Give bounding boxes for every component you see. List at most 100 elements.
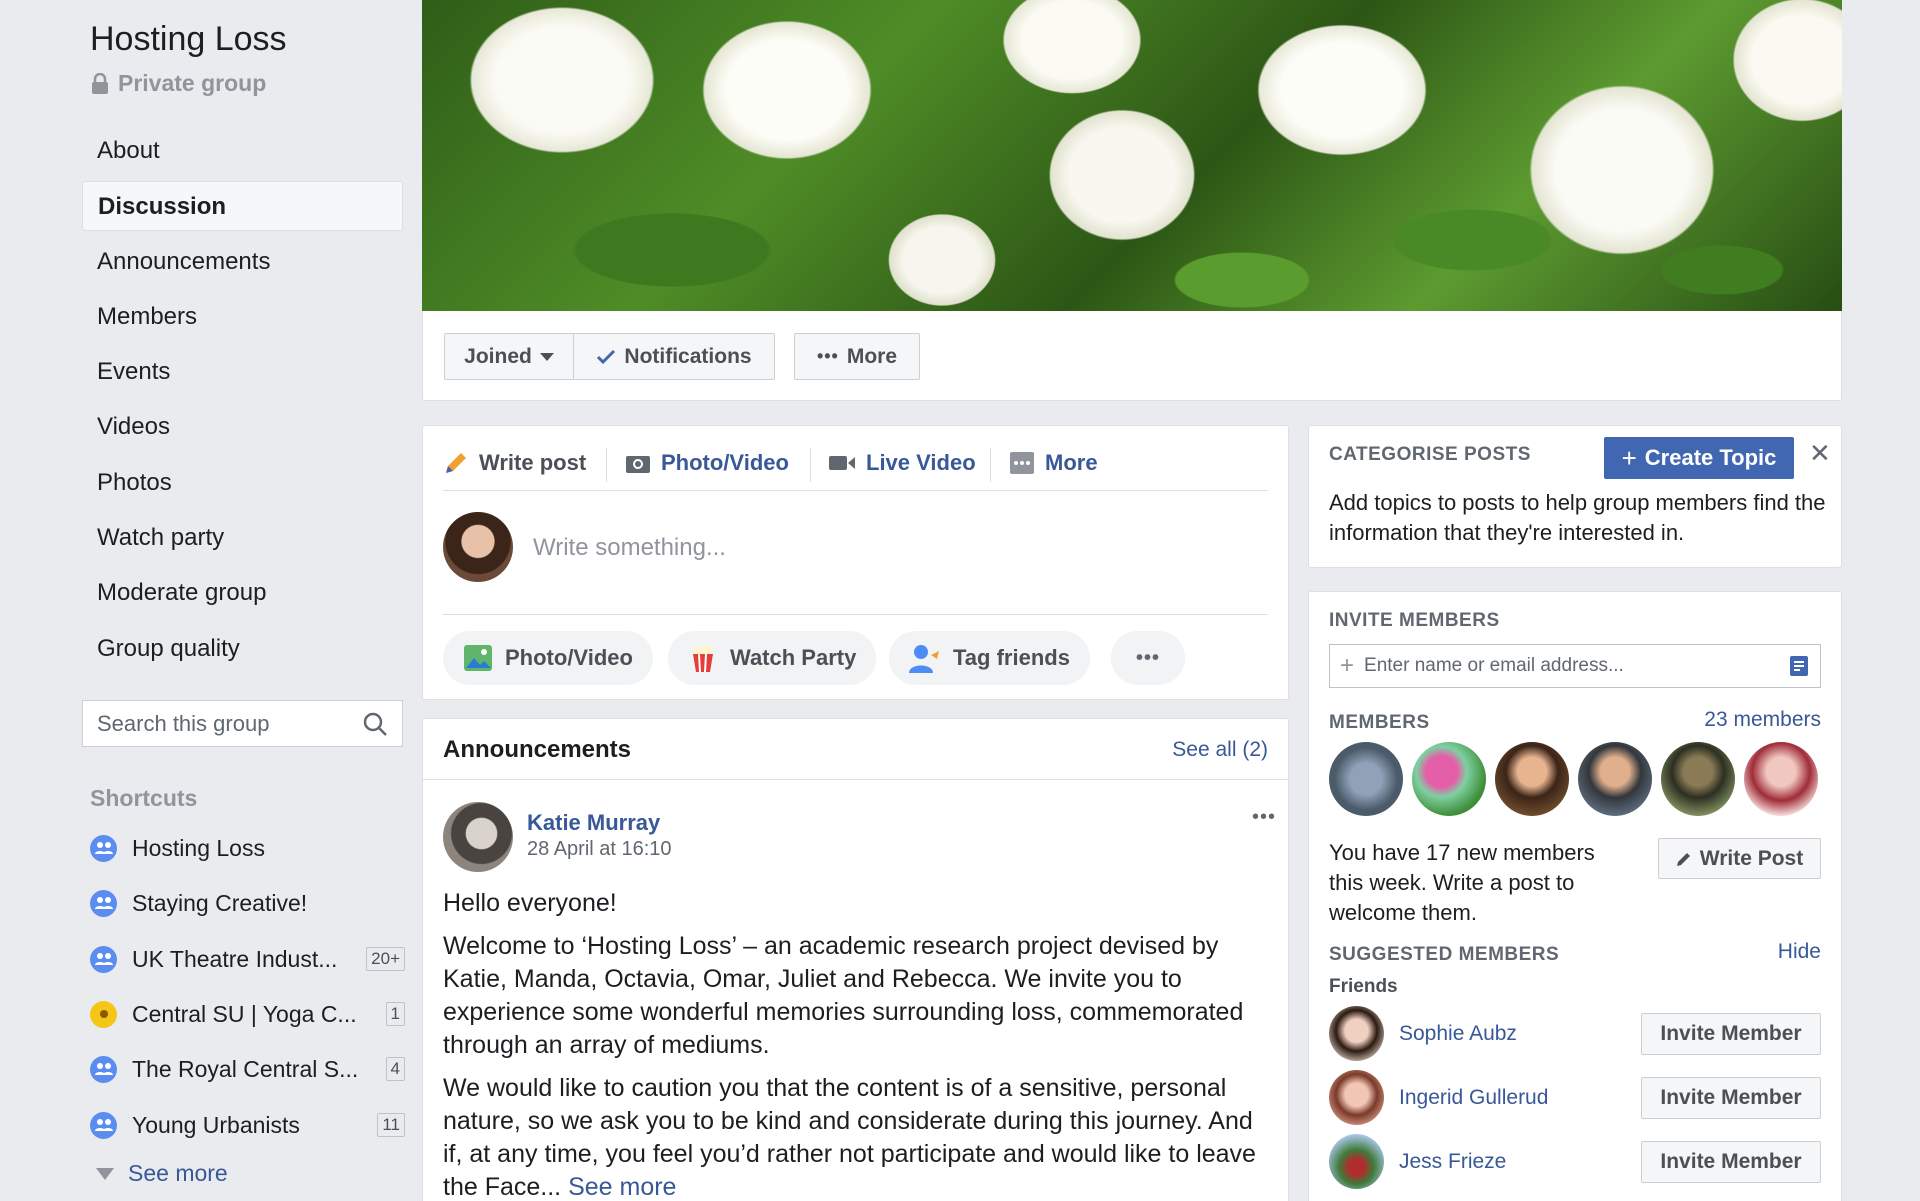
checkmark-icon — [597, 349, 616, 364]
group-icon — [90, 945, 117, 973]
pill-label: Watch Party — [730, 645, 857, 670]
tab-more[interactable]: More — [1009, 443, 1098, 483]
more-options-pill[interactable]: ••• — [1111, 631, 1185, 685]
announcements-title: Announcements — [443, 736, 632, 763]
sidebar-item-watch-party[interactable]: Watch party — [82, 513, 403, 563]
tab-divider — [810, 448, 811, 482]
shortcut-item[interactable]: Hosting Loss — [90, 828, 405, 868]
post-paragraph: Welcome to ‘Hosting Loss’ – an academic … — [443, 932, 1244, 1059]
shortcut-item[interactable]: Central SU | Yoga C... 1 — [90, 994, 405, 1034]
post-text: We would like to caution you that the co… — [443, 1074, 1256, 1201]
divider — [443, 490, 1268, 491]
create-topic-button[interactable]: + Create Topic — [1604, 437, 1794, 479]
hide-link[interactable]: Hide — [1778, 940, 1821, 964]
joined-button[interactable]: Joined — [444, 333, 574, 380]
write-post-label: Write post — [479, 450, 587, 475]
sidebar-item-members[interactable]: Members — [82, 292, 403, 342]
group-icon — [90, 1111, 117, 1139]
sidebar-item-about[interactable]: About — [82, 126, 403, 176]
tag-friends-pill[interactable]: Tag friends — [889, 631, 1090, 685]
invite-placeholder: Enter name or email address... — [1364, 655, 1624, 676]
invite-input[interactable]: + Enter name or email address... — [1329, 644, 1821, 688]
categorise-heading: CATEGORISE POSTS — [1329, 444, 1531, 465]
sidebar-item-videos[interactable]: Videos — [82, 402, 403, 452]
ellipsis-icon: ••• — [1135, 646, 1160, 669]
group-icon — [90, 889, 117, 917]
more-options-icon — [1010, 452, 1034, 474]
photo-video-pill[interactable]: Photo/Video — [443, 631, 653, 685]
cover-photo[interactable] — [422, 0, 1842, 311]
shortcut-item[interactable]: UK Theatre Indust... 20+ — [90, 939, 405, 979]
plus-icon: + — [1340, 652, 1355, 679]
invite-member-button[interactable]: Invite Member — [1641, 1077, 1821, 1119]
see-more-shortcuts[interactable]: See more — [96, 1160, 228, 1187]
notifications-button[interactable]: Notifications — [574, 333, 775, 380]
pill-label: Tag friends — [953, 645, 1070, 670]
suggested-name[interactable]: Ingerid Gullerud — [1399, 1086, 1548, 1110]
notification-badge: 4 — [385, 1057, 405, 1081]
popcorn-icon — [693, 645, 713, 673]
member-avatar[interactable] — [1744, 742, 1818, 816]
suggested-name[interactable]: Sophie Aubz — [1399, 1022, 1517, 1046]
post-composer: Write post Photo/Video Live Video More W… — [422, 425, 1289, 700]
author-name[interactable]: Katie Murray — [527, 810, 660, 836]
author-avatar[interactable] — [443, 802, 513, 872]
sidebar-item-group-quality[interactable]: Group quality — [82, 624, 403, 674]
post-options-icon[interactable]: ••• — [1252, 806, 1276, 829]
photo-icon — [464, 645, 492, 671]
close-icon[interactable]: ✕ — [1809, 438, 1831, 469]
group-search-input[interactable]: Search this group — [82, 700, 403, 747]
shortcut-item[interactable]: The Royal Central S... 4 — [90, 1049, 405, 1089]
write-post-button[interactable]: Write Post — [1658, 838, 1821, 879]
sidebar-item-moderate-group[interactable]: Moderate group — [82, 568, 403, 618]
more-tab-label: More — [1045, 450, 1098, 475]
shortcut-item[interactable]: Staying Creative! — [90, 883, 405, 923]
sidebar-item-photos[interactable]: Photos — [82, 458, 403, 508]
announcements-card: Announcements See all (2) Katie Murray 2… — [422, 718, 1289, 1201]
tab-photo-video[interactable]: Photo/Video — [625, 443, 789, 483]
contact-book-icon[interactable] — [1788, 655, 1810, 677]
lock-icon — [92, 72, 108, 94]
write-something-input[interactable]: Write something... — [533, 534, 726, 562]
group-icon — [90, 834, 117, 862]
shortcut-item[interactable]: Young Urbanists 11 — [90, 1105, 405, 1145]
member-avatar[interactable] — [1412, 742, 1486, 816]
suggested-avatar[interactable] — [1329, 1006, 1384, 1061]
suggested-name[interactable]: Jess Frieze — [1399, 1150, 1506, 1174]
shortcut-label: Young Urbanists — [132, 1111, 300, 1138]
search-placeholder: Search this group — [97, 710, 270, 736]
invite-member-button[interactable]: Invite Member — [1641, 1013, 1821, 1055]
sidebar-item-discussion[interactable]: Discussion — [82, 181, 403, 231]
members-count-link[interactable]: 23 members — [1704, 708, 1821, 732]
member-avatar[interactable] — [1578, 742, 1652, 816]
tab-write-post[interactable]: Write post — [443, 443, 586, 483]
photo-video-label: Photo/Video — [661, 450, 789, 475]
create-topic-label: Create Topic — [1644, 445, 1777, 470]
sidebar-item-events[interactable]: Events — [82, 347, 403, 397]
suggested-avatar[interactable] — [1329, 1070, 1384, 1125]
member-avatar[interactable] — [1661, 742, 1735, 816]
notification-badge: 1 — [385, 1002, 405, 1026]
see-more-link[interactable]: See more — [568, 1173, 676, 1201]
invite-heading: INVITE MEMBERS — [1329, 610, 1500, 631]
member-avatar[interactable] — [1329, 742, 1403, 816]
more-label: More — [846, 344, 898, 368]
watch-party-pill[interactable]: Watch Party — [668, 631, 877, 685]
invite-member-button[interactable]: Invite Member — [1641, 1141, 1821, 1183]
members-heading: MEMBERS — [1329, 712, 1430, 733]
divider — [423, 779, 1288, 780]
see-all-link[interactable]: See all (2) — [1172, 738, 1268, 762]
categorise-posts-card: CATEGORISE POSTS + Create Topic ✕ Add to… — [1308, 425, 1842, 568]
member-avatar[interactable] — [1495, 742, 1569, 816]
see-more-label: See more — [128, 1160, 228, 1186]
group-action-bar: Joined Notifications ••• More — [422, 311, 1842, 401]
more-button[interactable]: ••• More — [794, 333, 920, 380]
sidebar-item-announcements[interactable]: Announcements — [82, 237, 403, 287]
user-avatar[interactable] — [443, 512, 513, 582]
group-name[interactable]: Hosting Loss — [90, 20, 287, 59]
search-icon[interactable] — [362, 711, 388, 737]
post-timestamp[interactable]: 28 April at 16:10 — [527, 838, 672, 861]
tab-divider — [990, 448, 991, 482]
suggested-avatar[interactable] — [1329, 1134, 1384, 1189]
tab-live-video[interactable]: Live Video — [828, 443, 976, 483]
